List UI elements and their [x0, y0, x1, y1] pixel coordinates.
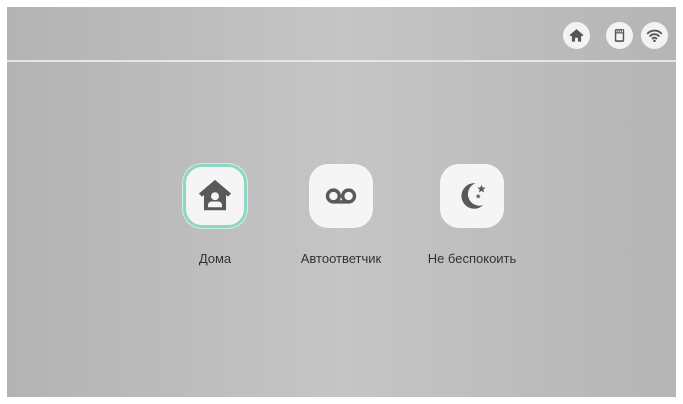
mode-do-not-disturb-button[interactable]: Не беспокоить: [402, 164, 542, 274]
home-person-icon: [198, 179, 232, 211]
header-divider: [7, 60, 676, 62]
mode-home-tile[interactable]: [183, 164, 247, 228]
mode-answering-machine-button[interactable]: Автоответчик: [271, 164, 411, 274]
mode-answering-machine-tile[interactable]: [309, 164, 373, 228]
sd-card-icon[interactable]: [606, 22, 633, 49]
mode-do-not-disturb-label: Не беспокоить: [427, 251, 517, 266]
status-bar: [7, 7, 676, 60]
voicemail-icon: [325, 188, 357, 204]
home-icon[interactable]: [563, 22, 590, 49]
mode-home-label: Дома: [198, 251, 232, 266]
wifi-icon[interactable]: [641, 22, 668, 49]
mode-home-button[interactable]: Дома: [145, 164, 285, 274]
mode-do-not-disturb-tile[interactable]: [440, 164, 504, 228]
moon-stars-icon: [461, 183, 486, 209]
screen: Дома Автоответчик Не беспокоить: [7, 7, 676, 397]
mode-answering-machine-label: Автоответчик: [300, 251, 382, 266]
